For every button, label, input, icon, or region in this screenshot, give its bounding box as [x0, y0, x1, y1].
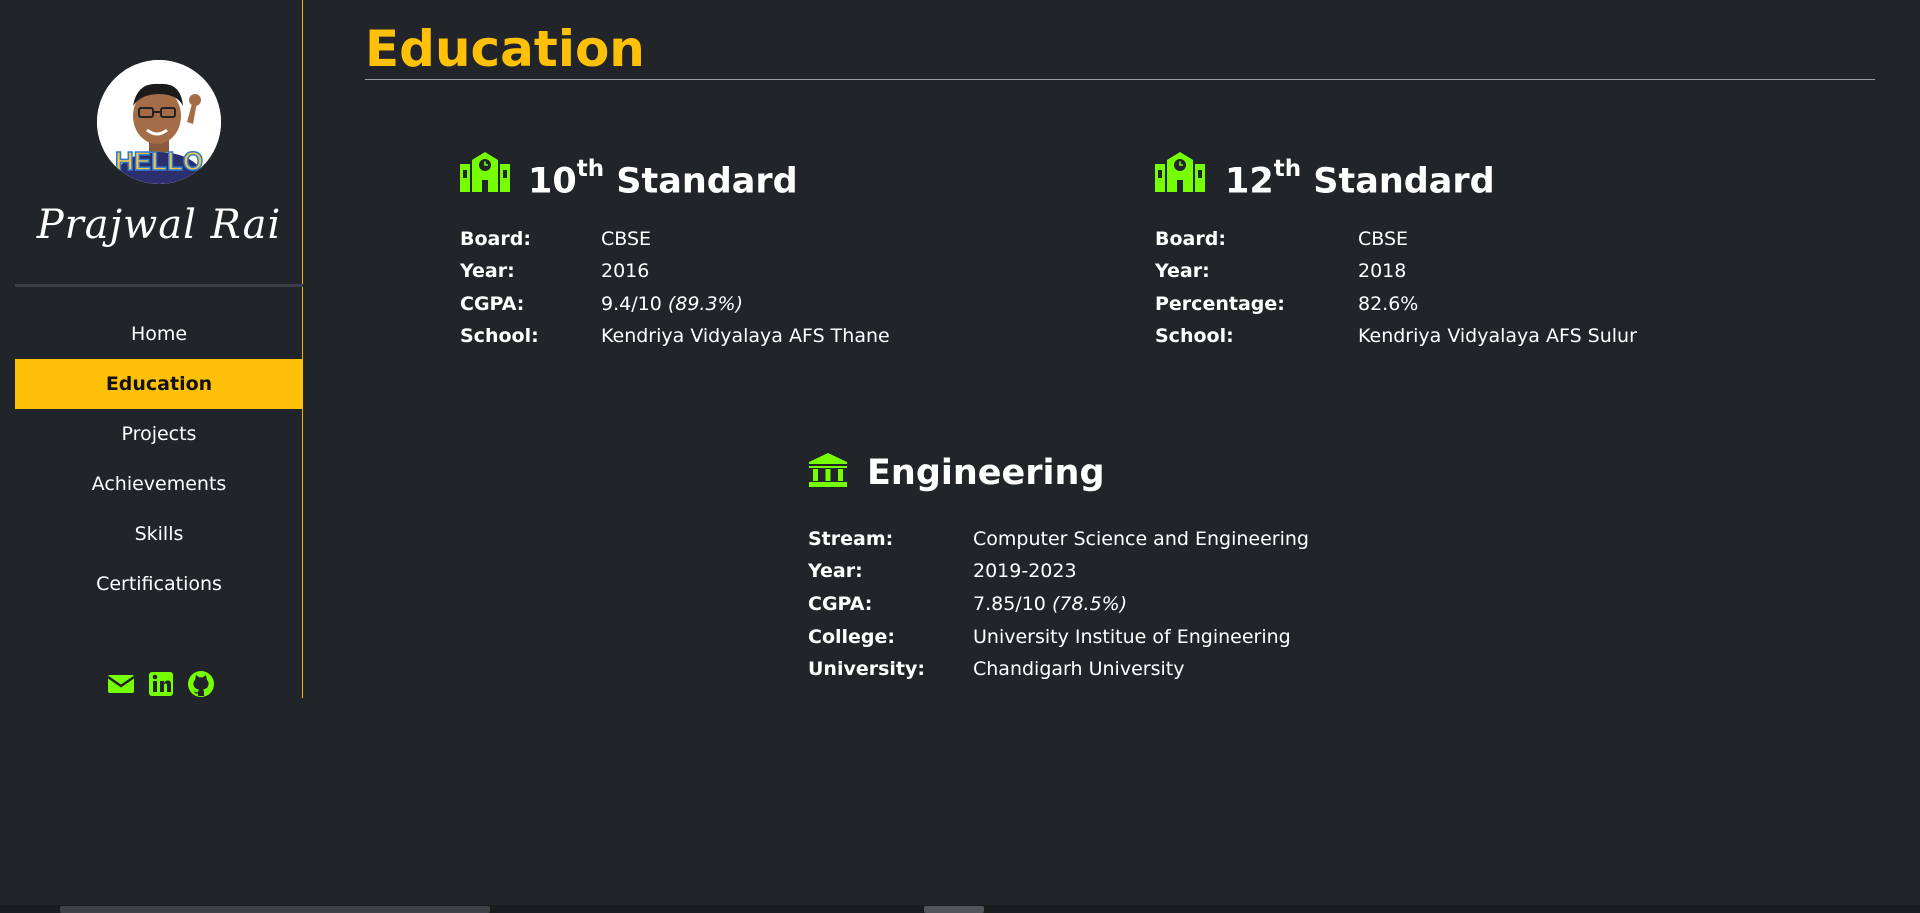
sidebar: HELLO Prajwal Rai Home Education Project…: [15, 0, 303, 698]
github-icon[interactable]: [186, 669, 216, 699]
title-divider: [365, 79, 1875, 80]
detail-value: 2016: [601, 260, 650, 282]
page-title: Education: [365, 20, 645, 78]
title-text: Standard: [604, 161, 798, 202]
education-card-12th: 12th Standard Board: CBSE Year: 2018 Per…: [1155, 150, 1795, 360]
card-title: 10th Standard: [528, 150, 798, 205]
detail-label: Year:: [460, 260, 515, 282]
title-ordinal: th: [576, 156, 605, 182]
detail-value: CBSE: [1358, 228, 1409, 250]
nav-item-education[interactable]: Education: [15, 359, 303, 409]
university-icon: [808, 452, 848, 492]
profile-name: Prajwal Rai: [36, 202, 282, 248]
detail-label: University:: [808, 658, 925, 680]
detail-label: CGPA:: [460, 293, 525, 315]
avatar-emoji-icon: HELLO: [97, 60, 221, 184]
detail-label: Board:: [460, 228, 531, 250]
detail-value: CBSE: [601, 228, 652, 250]
detail-value: Kendriya Vidyalaya AFS Thane: [601, 325, 890, 347]
nav-item-projects[interactable]: Projects: [15, 409, 303, 459]
detail-label: Board:: [1155, 228, 1226, 250]
scrollbar-thumb[interactable]: [924, 906, 984, 913]
nav-item-home[interactable]: Home: [15, 309, 303, 359]
education-card-10th: 10th Standard Board: CBSE Year: 2016 CGP…: [460, 150, 1080, 360]
education-card-engineering: Engineering Stream: Computer Science and…: [808, 452, 1408, 692]
linkedin-icon[interactable]: [146, 669, 176, 699]
detail-label: Year:: [1155, 260, 1210, 282]
horizontal-scrollbar[interactable]: [0, 905, 1920, 913]
sidebar-divider: [15, 284, 303, 287]
detail-label: CGPA:: [808, 593, 873, 615]
card-title: Engineering: [867, 453, 1105, 493]
nav-item-certifications[interactable]: Certifications: [15, 559, 303, 609]
detail-label: Stream:: [808, 528, 894, 550]
envelope-icon[interactable]: [106, 669, 136, 699]
detail-label: Percentage:: [1155, 293, 1285, 315]
avatar: HELLO: [97, 60, 221, 184]
title-ordinal: th: [1273, 156, 1302, 182]
school-icon: [1155, 150, 1205, 196]
detail-value: 2019-2023: [973, 560, 1077, 582]
detail-value: Computer Science and Engineering: [973, 528, 1309, 550]
title-text: Standard: [1301, 161, 1495, 202]
detail-value: 7.85/10 (78.5%): [973, 593, 1128, 615]
detail-label: Year:: [808, 560, 863, 582]
detail-label: School:: [1155, 325, 1234, 347]
detail-value: University Institue of Engineering: [973, 626, 1291, 648]
nav-item-achievements[interactable]: Achievements: [15, 459, 303, 509]
detail-value: 2018: [1358, 260, 1407, 282]
svg-text:HELLO: HELLO: [115, 146, 203, 176]
title-number: 10: [528, 161, 577, 202]
detail-label: School:: [460, 325, 539, 347]
nav-item-skills[interactable]: Skills: [15, 509, 303, 559]
title-number: 12: [1225, 161, 1274, 202]
card-title: 12th Standard: [1225, 150, 1495, 205]
social-links: [106, 669, 236, 699]
detail-value: 82.6%: [1358, 293, 1419, 315]
detail-value: Chandigarh University: [973, 658, 1185, 680]
school-icon: [460, 150, 510, 196]
scrollbar-thumb[interactable]: [60, 906, 490, 913]
detail-label: College:: [808, 626, 895, 648]
detail-value: Kendriya Vidyalaya AFS Sulur: [1358, 325, 1637, 347]
detail-value: 9.4/10 (89.3%): [601, 293, 744, 315]
